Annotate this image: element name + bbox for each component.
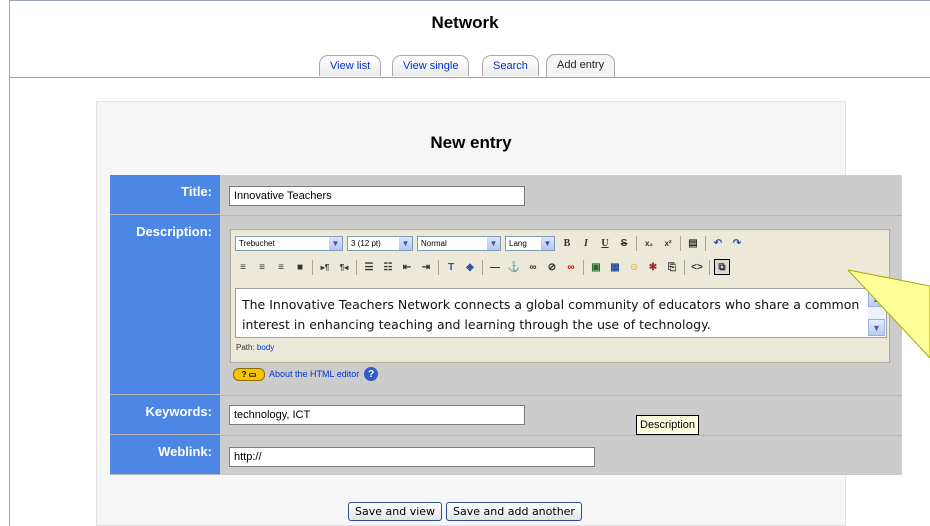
- about-editor-link[interactable]: About the HTML editor: [269, 369, 359, 379]
- save-and-add-another-button[interactable]: Save and add another: [446, 502, 582, 521]
- path-label: Path:: [236, 343, 255, 352]
- chevron-down-icon: ▼: [329, 236, 342, 250]
- subscript-icon[interactable]: x₂: [641, 235, 657, 251]
- help-badge-mark: ?: [241, 369, 247, 379]
- path-value: body: [256, 343, 275, 352]
- editor-path: Path: body: [236, 343, 274, 352]
- keywords-input[interactable]: [229, 405, 525, 425]
- align-center-icon[interactable]: ≡: [254, 259, 270, 275]
- row-divider: [220, 395, 902, 396]
- clean-word-icon[interactable]: ▤: [685, 235, 701, 251]
- smiley-icon[interactable]: ☺: [626, 259, 642, 275]
- description-label: Description:: [110, 215, 220, 395]
- toolbar-separator: [709, 259, 710, 275]
- toolbar-separator: [705, 235, 706, 251]
- undo-icon[interactable]: ↶: [710, 235, 726, 251]
- tab-view-single[interactable]: View single: [392, 55, 470, 76]
- anchor-icon[interactable]: ⚓: [506, 259, 522, 275]
- keywords-label: Keywords:: [110, 395, 220, 435]
- align-right-icon[interactable]: ≡: [273, 259, 289, 275]
- form-heading: New entry: [430, 133, 512, 152]
- editor-content-area[interactable]: The Innovative Teachers Network connects…: [235, 288, 887, 338]
- format-select-value: Normal: [421, 238, 447, 248]
- editor-help: ? ▭ About the HTML editor ?: [233, 367, 379, 381]
- redo-icon[interactable]: ↷: [729, 235, 745, 251]
- keyboard-help-icon[interactable]: ? ▭: [233, 367, 265, 381]
- horizontal-rule-icon[interactable]: —: [487, 259, 503, 275]
- chevron-down-icon: ▼: [541, 236, 554, 250]
- tab-view-list[interactable]: View list: [319, 55, 382, 76]
- unordered-list-icon[interactable]: ☷: [380, 259, 396, 275]
- toolbar-separator: [680, 235, 681, 251]
- title-input[interactable]: [229, 186, 525, 206]
- insert-table-icon[interactable]: ▦: [607, 259, 623, 275]
- toolbar-separator: [438, 259, 439, 275]
- tooltip: Description: [636, 415, 700, 435]
- link-icon[interactable]: ∞: [525, 259, 541, 275]
- editor-content: The Innovative Teachers Network connects…: [242, 297, 860, 332]
- search-replace-icon[interactable]: ⎘: [664, 259, 680, 275]
- help-icon[interactable]: ?: [364, 367, 379, 381]
- chevron-down-icon: ▼: [399, 236, 412, 250]
- annotation-callout: [848, 269, 930, 358]
- row-divider: [220, 435, 902, 436]
- ordered-list-icon[interactable]: ☰: [361, 259, 377, 275]
- lang-select-value: Lang: [509, 238, 527, 248]
- text-color-icon[interactable]: T: [443, 259, 459, 275]
- indent-icon[interactable]: ⇥: [418, 259, 434, 275]
- editor-toolbar-bottom: ≡ ≡ ≡ ■ ▸¶ ¶◂ ☰ ☷ ⇤ ⇥ T ◈ — ⚓ ∞ ⊘ ∞ ▣ ▦ …: [235, 257, 733, 277]
- toolbar-separator: [684, 259, 685, 275]
- form-actions: Save and view Save and add another: [0, 502, 930, 521]
- rtl-icon[interactable]: ¶◂: [336, 259, 352, 275]
- chevron-down-icon: ▼: [487, 236, 500, 250]
- size-select-value: 3 (12 pt): [351, 238, 381, 248]
- weblink-input[interactable]: [229, 447, 595, 467]
- tab-search[interactable]: Search: [482, 55, 539, 76]
- title-label: Title:: [110, 175, 220, 215]
- html-source-icon[interactable]: <>: [689, 259, 705, 275]
- size-select[interactable]: 3 (12 pt) ▼: [347, 235, 413, 251]
- superscript-icon[interactable]: x²: [660, 235, 676, 251]
- tab-add-entry[interactable]: Add entry: [546, 54, 616, 77]
- tab-baseline: [10, 77, 930, 78]
- ltr-icon[interactable]: ▸¶: [317, 259, 333, 275]
- editor-toolbar-top: Trebuchet ▼ 3 (12 pt) ▼ Normal ▼ Lang ▼ B I …: [235, 233, 748, 253]
- toolbar-separator: [636, 235, 637, 251]
- insert-image-icon[interactable]: ▣: [588, 259, 604, 275]
- fullscreen-icon[interactable]: ⧉: [714, 259, 730, 275]
- background-color-icon[interactable]: ◈: [462, 259, 478, 275]
- italic-icon[interactable]: I: [578, 235, 594, 251]
- weblink-label: Weblink:: [110, 435, 220, 475]
- window-frame-top: [9, 0, 930, 1]
- format-select[interactable]: Normal ▼: [417, 235, 501, 251]
- toolbar-separator: [356, 259, 357, 275]
- bold-icon[interactable]: B: [559, 235, 575, 251]
- toolbar-separator: [312, 259, 313, 275]
- font-select-value: Trebuchet: [239, 238, 275, 248]
- outdent-icon[interactable]: ⇤: [399, 259, 415, 275]
- nolink-icon[interactable]: ⊘: [544, 259, 560, 275]
- underline-icon[interactable]: U: [597, 235, 613, 251]
- unlink-icon[interactable]: ∞: [563, 259, 579, 275]
- strikethrough-icon[interactable]: S: [616, 235, 632, 251]
- tab-bar: View list View single Search Add entry: [0, 54, 930, 79]
- row-divider: [220, 215, 902, 216]
- html-editor: Trebuchet ▼ 3 (12 pt) ▼ Normal ▼ Lang ▼ B I …: [230, 229, 890, 363]
- align-left-icon[interactable]: ≡: [235, 259, 251, 275]
- toolbar-separator: [583, 259, 584, 275]
- callout-arrow: [848, 269, 930, 358]
- font-select[interactable]: Trebuchet ▼: [235, 235, 343, 251]
- save-and-view-button[interactable]: Save and view: [348, 502, 443, 521]
- page-title: Network: [431, 13, 499, 32]
- toolbar-separator: [482, 259, 483, 275]
- justify-icon[interactable]: ■: [292, 259, 308, 275]
- special-char-icon[interactable]: ✱: [645, 259, 661, 275]
- lang-select[interactable]: Lang ▼: [505, 235, 555, 251]
